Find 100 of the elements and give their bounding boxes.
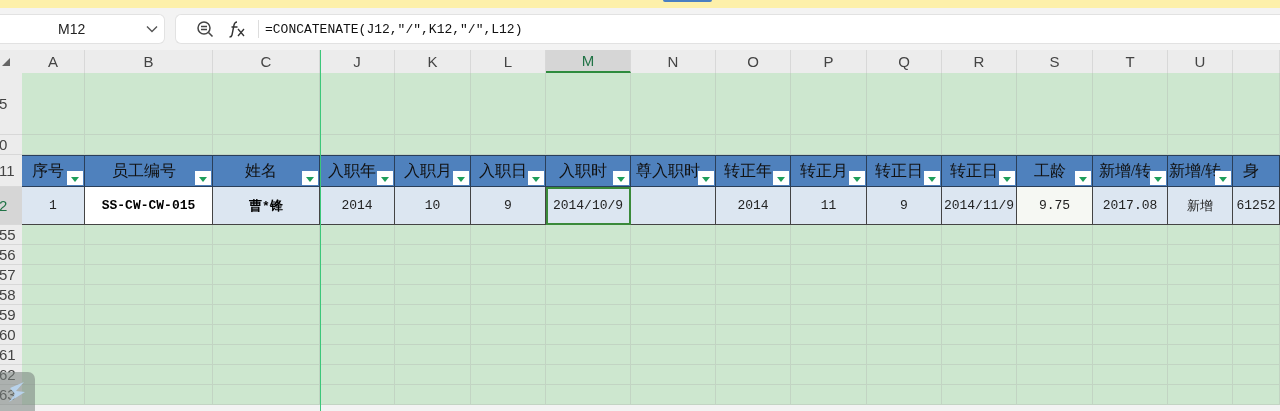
table-cell[interactable] [1093,385,1168,405]
table-cell[interactable] [1017,225,1093,245]
table-cell[interactable] [320,305,395,325]
table-cell[interactable] [942,135,1017,155]
table-cell[interactable] [22,385,85,405]
table-cell[interactable] [546,73,631,135]
filter-button[interactable] [849,171,865,185]
table-cell[interactable] [1093,135,1168,155]
column-header[interactable]: B [85,50,213,73]
row-header[interactable]: 56 [0,245,22,265]
table-cell[interactable] [471,225,546,245]
table-cell[interactable] [320,285,395,305]
table-cell[interactable] [1233,385,1280,405]
column-header[interactable]: J [320,50,395,73]
filter-button[interactable] [773,171,789,185]
table-cell[interactable] [395,225,471,245]
table-cell[interactable] [213,305,320,325]
table-cell[interactable] [546,385,631,405]
table-cell[interactable] [631,73,716,135]
table-cell[interactable] [471,73,546,135]
table-cell[interactable] [320,265,395,285]
table-cell[interactable] [791,385,867,405]
table-cell[interactable] [867,135,942,155]
table-cell[interactable] [1093,73,1168,135]
table-cell[interactable] [22,305,85,325]
table-cell[interactable] [213,385,320,405]
table-cell[interactable] [320,325,395,345]
table-cell[interactable] [22,325,85,345]
name-box[interactable]: M12 [0,14,165,44]
row-header[interactable]: 5 [0,73,22,135]
table-cell[interactable] [213,135,320,155]
table-cell[interactable] [791,225,867,245]
select-all-icon[interactable] [2,57,10,66]
row-header[interactable]: 0 [0,135,22,155]
table-cell[interactable] [1233,225,1280,245]
table-cell[interactable] [22,265,85,285]
filter-button[interactable] [528,171,544,185]
column-header[interactable]: P [791,50,867,73]
table-cell[interactable] [716,385,791,405]
table-cell[interactable] [395,135,471,155]
table-cell[interactable] [22,73,85,135]
table-cell[interactable] [631,225,716,245]
table-cell[interactable] [471,135,546,155]
table-cell[interactable] [1017,135,1093,155]
row-header[interactable]: 59 [0,305,22,325]
filter-button[interactable] [67,171,83,185]
table-cell[interactable] [942,73,1017,135]
table-cell[interactable] [867,225,942,245]
column-header[interactable]: K [395,50,471,73]
table-cell[interactable] [320,345,395,365]
zoom-out-icon[interactable] [196,20,214,38]
table-cell[interactable] [1017,73,1093,135]
column-header[interactable]: O [716,50,791,73]
formula-text[interactable]: =CONCATENATE(J12,"/",K12,"/",L12) [265,21,523,37]
row-header[interactable]: 61 [0,345,22,365]
filter-button[interactable] [1150,171,1166,185]
table-cell[interactable] [213,245,320,265]
table-cell[interactable] [546,225,631,245]
table-cell[interactable] [213,265,320,285]
table-cell[interactable] [320,73,395,135]
table-cell[interactable] [1233,73,1280,135]
table-cell[interactable] [320,245,395,265]
table-cell[interactable] [320,365,395,385]
table-cell[interactable] [213,225,320,245]
filter-button[interactable] [1075,171,1091,185]
row-header[interactable]: 11 [0,155,22,187]
table-cell[interactable] [1168,225,1233,245]
table-cell[interactable] [22,225,85,245]
table-cell[interactable] [716,225,791,245]
table-cell[interactable] [791,135,867,155]
table-cell[interactable] [471,385,546,405]
filter-button[interactable] [302,171,318,185]
table-cell[interactable] [213,285,320,305]
table-cell[interactable] [85,225,213,245]
column-header[interactable]: S [1017,50,1093,73]
column-header[interactable]: L [471,50,546,73]
row-header[interactable]: 60 [0,325,22,345]
table-cell[interactable] [85,73,213,135]
table-cell[interactable] [1168,73,1233,135]
table-cell[interactable] [22,135,85,155]
column-header[interactable]: C [213,50,320,73]
table-cell[interactable] [1093,225,1168,245]
row-header[interactable]: 2 [0,187,22,225]
column-header[interactable]: A [22,50,85,73]
row-header[interactable]: 57 [0,265,22,285]
table-cell[interactable] [213,73,320,135]
column-header[interactable]: M [546,50,631,73]
table-cell[interactable] [320,385,395,405]
table-cell[interactable] [867,385,942,405]
column-header[interactable]: Q [867,50,942,73]
table-cell[interactable] [942,225,1017,245]
column-header[interactable]: T [1093,50,1168,73]
table-cell[interactable] [22,245,85,265]
table-cell[interactable] [213,365,320,385]
filter-button[interactable] [195,171,211,185]
table-cell[interactable] [22,285,85,305]
table-cell[interactable] [213,345,320,365]
filter-button[interactable] [698,171,714,185]
filter-button[interactable] [453,171,469,185]
table-cell[interactable] [716,73,791,135]
